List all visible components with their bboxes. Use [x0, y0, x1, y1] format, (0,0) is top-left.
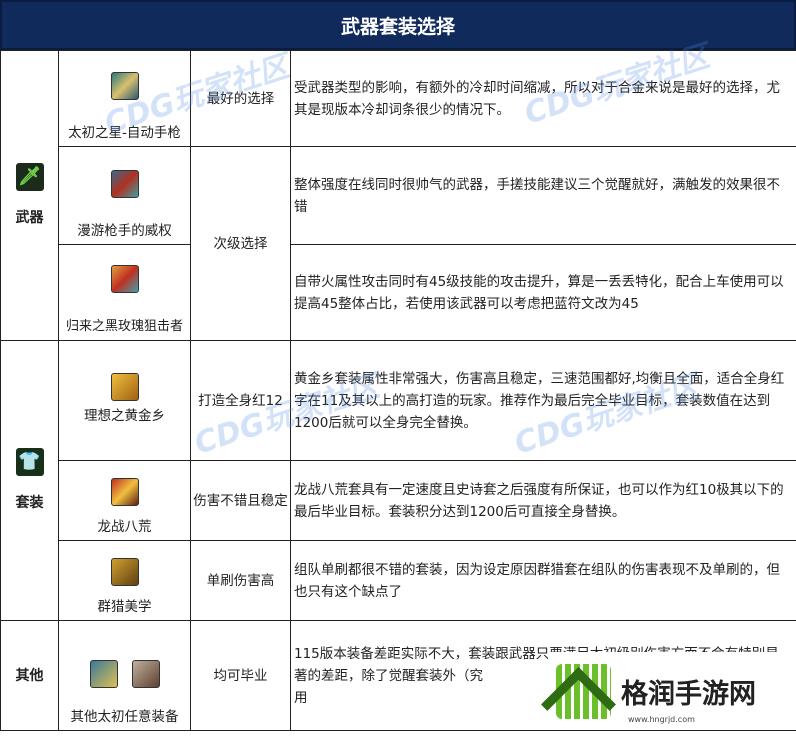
weapon-icon: [111, 170, 139, 198]
golden-armor-icon: [111, 373, 139, 401]
description: 龙战八荒套具有一定速度且史诗套之后强度有所保证，也可以作为红10极其以下的最后毕…: [291, 461, 796, 541]
armor-icon: [132, 660, 160, 688]
site-logo: 格润手游网 www.hngrjd.com: [548, 652, 796, 730]
item-cell: 太初之星-自动手枪: [59, 51, 191, 147]
rating: 最好的选择: [191, 51, 291, 147]
description: 黄金乡套装属性非常强大，伤害高且稳定，三速范围都好,均衡且全面，适合全身红字在1…: [291, 341, 796, 461]
armor-icon: 👕: [16, 448, 44, 476]
item-cell: 龙战八荒: [59, 461, 191, 541]
description: 受武器类型的影响，有额外的冷却时间缩减，所以对于合金来说是最好的选择，尤其是现版…: [291, 51, 796, 147]
item-name: 归来之黑玫瑰狙击者: [66, 319, 183, 334]
item-name: 理想之黄金乡: [84, 408, 165, 424]
rifle-icon: [111, 265, 139, 293]
description: 自带火属性攻击同时有45级技能的攻击提升，算是一丢丢特化，配合上车使用可以提高4…: [291, 245, 796, 341]
description: 整体强度在线同时很帅气的武器，手搓技能建议三个觉醒就好，满触发的效果很不错: [291, 147, 796, 245]
item-cell: 群猎美学: [59, 541, 191, 621]
rating: 单刷伤害高: [191, 541, 291, 621]
description-tail: 用: [294, 690, 308, 706]
category-label: 武器: [16, 210, 44, 226]
table-row: 👕套装 理想之黄金乡 打造全身红12 黄金乡套装属性非常强大，伤害高且稳定，三速…: [1, 341, 796, 461]
sword-icon: 🗡: [16, 163, 44, 191]
item-cell: 漫游枪手的威权: [59, 147, 191, 245]
item-name: 太初之星-自动手枪: [68, 125, 181, 141]
category-set: 👕 套装: [1, 341, 59, 621]
table-row: 🗡武器 太初之星-自动手枪 最好的选择 受武器类型的影响，有额外的冷却时间缩减，…: [1, 51, 796, 147]
table-row: 龙战八荒 伤害不错且稳定 龙战八荒套具有一定速度且史诗套之后强度有所保证，也可以…: [1, 461, 796, 541]
weapon-set-table: 🗡 武器 太初之星-自动手枪 最好的选择 受武器类型的影响，有额外的冷却时间缩减，…: [0, 50, 796, 731]
dragon-armor-icon: [111, 478, 139, 506]
item-cell: 其他太初任意装备: [59, 621, 191, 731]
weapon-icon: [90, 660, 118, 688]
rating: 打造全身红12: [191, 341, 291, 461]
item-cell: 归来之黑玫瑰狙击者: [59, 245, 191, 341]
table-row: 群猎美学 单刷伤害高 组队单刷都很不错的套装，因为设定原因群猎套在组队的伤害表现…: [1, 541, 796, 621]
pistol-icon: [111, 72, 139, 100]
item-name: 龙战八荒: [98, 519, 152, 535]
rating: 伤害不错且稳定: [191, 461, 291, 541]
item-cell: 理想之黄金乡: [59, 341, 191, 461]
category-label: 套装: [16, 495, 44, 511]
table-row: 漫游枪手的威权 次级选择 整体强度在线同时很帅气的武器，手搓技能建议三个觉醒就好…: [1, 147, 796, 245]
table-row: 归来之黑玫瑰狙击者 自带火属性攻击同时有45级技能的攻击提升，算是一丢丢特化，配…: [1, 245, 796, 341]
logo-text: 格润手游网: [621, 672, 756, 711]
item-name: 其他太初任意装备: [71, 709, 179, 725]
description: 组队单刷都很不错的套装，因为设定原因群猎套在组队的伤害表现不及单刷的，但也只有这…: [291, 541, 796, 621]
category-other: 其他: [1, 621, 59, 731]
logo-url: www.hngrjd.com: [628, 715, 695, 724]
item-name: 群猎美学: [98, 599, 152, 615]
item-name: 漫游枪手的威权: [77, 223, 172, 239]
rating: 次级选择: [191, 147, 291, 341]
hunter-armor-icon: [111, 558, 139, 586]
rating: 均可毕业: [191, 621, 291, 731]
house-logo-icon: [556, 664, 611, 719]
category-weapon: 🗡 武器: [1, 51, 59, 341]
table-title: 武器套装选择: [0, 0, 796, 50]
